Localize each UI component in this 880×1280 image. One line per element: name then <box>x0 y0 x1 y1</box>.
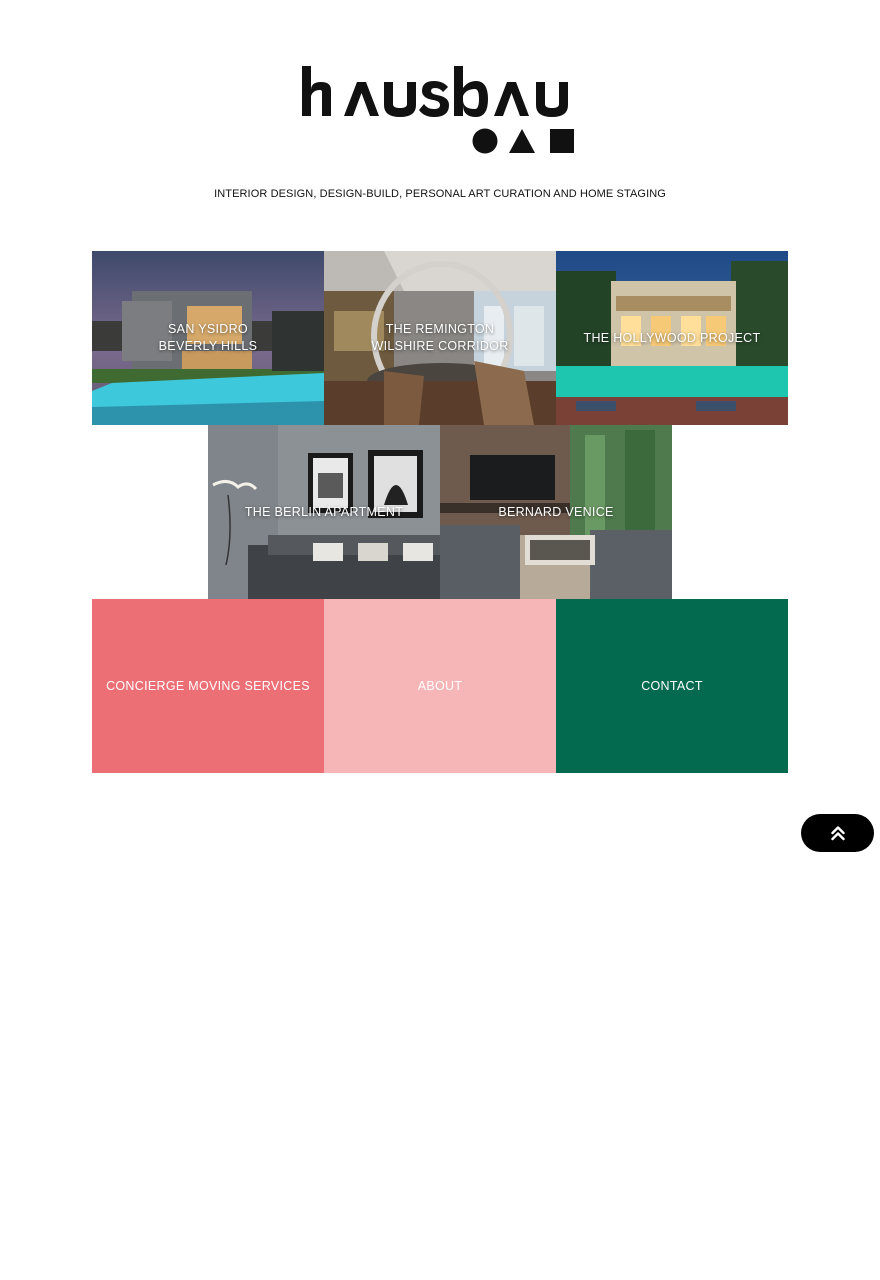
back-to-top-button[interactable] <box>801 814 874 852</box>
hausbau-logo-mark <box>302 66 574 154</box>
double-chevron-up-icon <box>830 826 845 841</box>
contact-link[interactable]: CONTACT <box>556 599 788 773</box>
tagline: INTERIOR DESIGN, DESIGN-BUILD, PERSONAL … <box>214 188 666 200</box>
about-label: ABOUT <box>417 678 463 693</box>
concierge-moving-services-link[interactable]: CONCIERGE MOVING SERVICES <box>92 599 324 773</box>
project-tile-remington[interactable]: THE REMINGTON WILSHIRE CORRIDOR <box>324 251 556 425</box>
project-tile-berlin[interactable]: THE BERLIN APARTMENT <box>208 425 440 599</box>
project-label: THE BERLIN APARTMENT <box>244 504 404 519</box>
about-link[interactable]: ABOUT <box>324 599 556 773</box>
project-tile-hollywood[interactable]: THE HOLLYWOOD PROJECT <box>556 251 788 425</box>
concierge-moving-services-label: CONCIERGE MOVING SERVICES <box>106 678 310 693</box>
project-label: SAN YSIDRO BEVERLY HILLS <box>158 322 258 353</box>
contact-label: CONTACT <box>641 678 703 693</box>
project-tile-san-ysidro[interactable]: SAN YSIDRO BEVERLY HILLS <box>92 251 324 425</box>
project-label: BERNARD VENICE <box>498 504 614 519</box>
project-tile-bernard-venice[interactable]: BERNARD VENICE <box>440 425 672 599</box>
project-label: THE REMINGTON WILSHIRE CORRIDOR <box>371 322 509 353</box>
project-label: THE HOLLYWOOD PROJECT <box>583 330 761 345</box>
logo[interactable] <box>300 60 580 160</box>
